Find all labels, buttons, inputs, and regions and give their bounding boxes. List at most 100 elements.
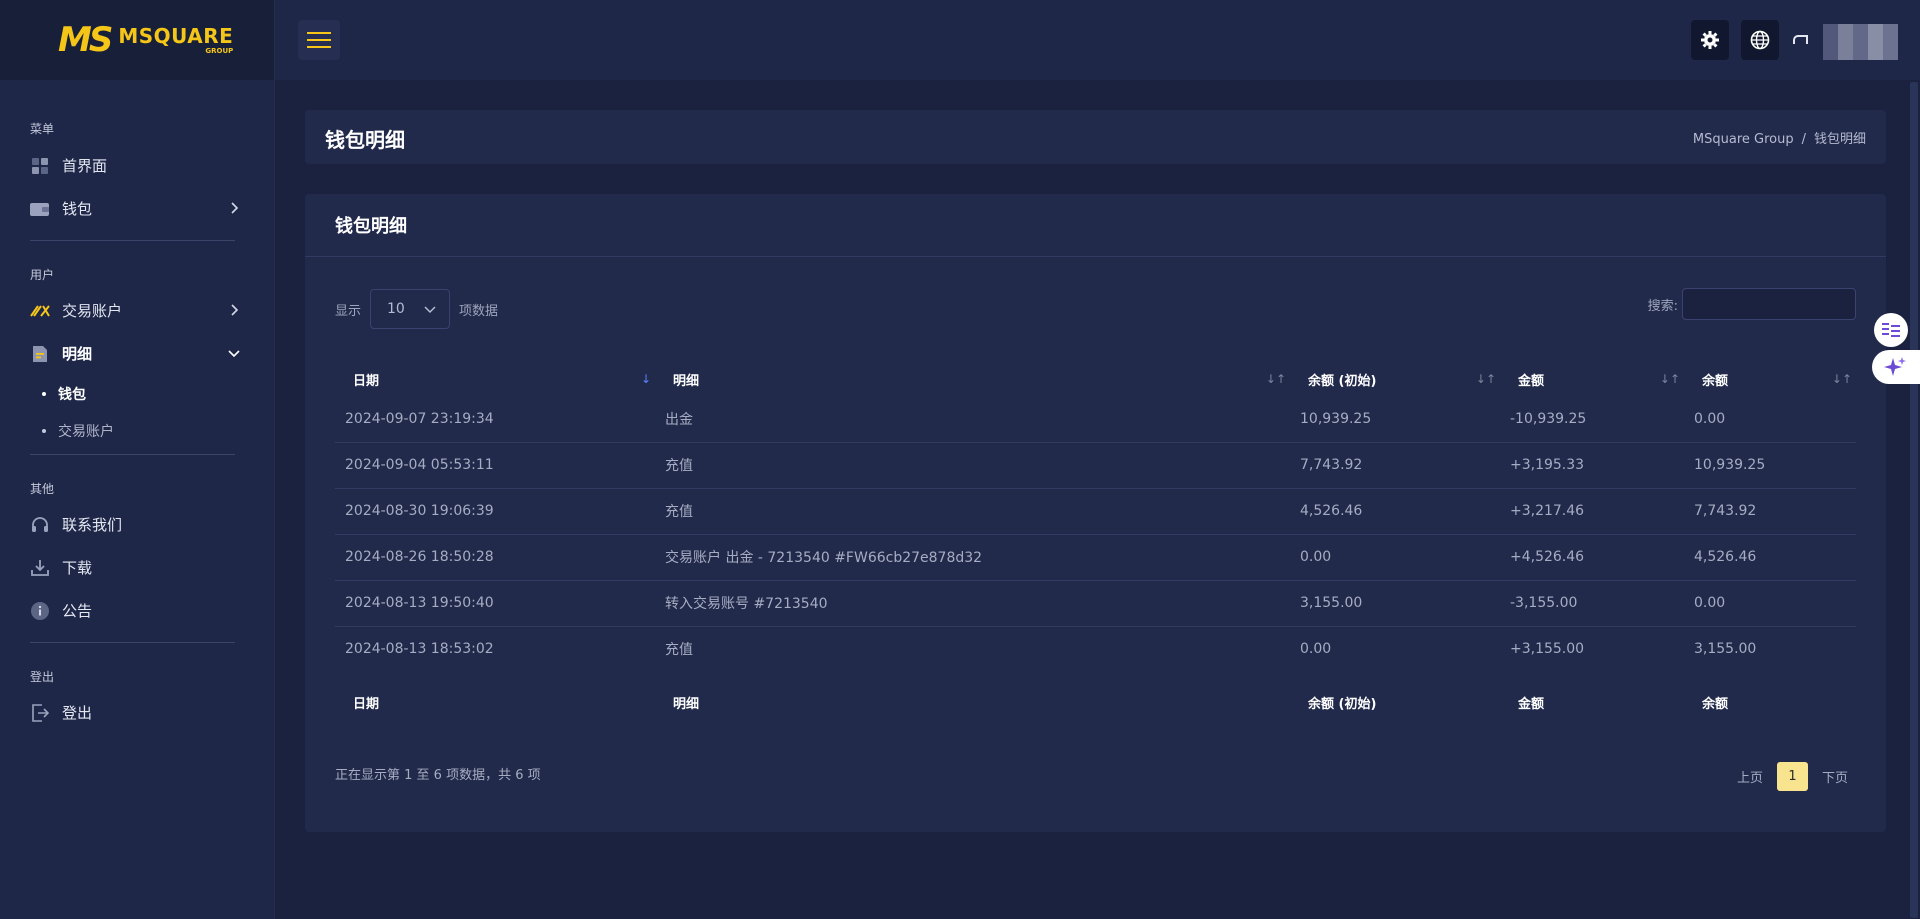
breadcrumb: MSquare Group / 钱包明细 <box>1693 128 1866 147</box>
page-length-value: 10 <box>387 301 405 317</box>
current-page-button[interactable]: 1 <box>1776 762 1808 791</box>
column-header-label: 余额 (初始) <box>1308 373 1377 389</box>
nav-section-label: 登出 <box>30 670 55 684</box>
sort-icon: ↓↑ <box>1265 372 1286 386</box>
cell-initial-balance: 10,939.25 <box>1290 396 1500 443</box>
cell-amount: +4,526.46 <box>1500 534 1684 581</box>
next-page-button[interactable]: 下页 <box>1814 767 1856 786</box>
nav-section-label: 用户 <box>30 268 55 282</box>
breadcrumb-separator: / <box>1801 132 1806 147</box>
cell-initial-balance: 7,743.92 <box>1290 442 1500 489</box>
logo-text: MSQUARE GROUP <box>118 26 233 55</box>
sidebar-subitem-wallet[interactable]: 钱包 <box>0 375 274 412</box>
settings-button[interactable] <box>1691 20 1729 60</box>
menu-toggle-button[interactable] <box>298 20 340 60</box>
footer-header-date: 日期 <box>353 696 380 712</box>
table-row: 2024-08-26 18:50:28 交易账户 出金 - 7213540 #F… <box>335 534 1856 581</box>
bullet <box>42 391 46 396</box>
table-row: 2024-08-13 18:53:02 充值 0.00 +3,155.00 3,… <box>335 626 1856 672</box>
cell-date: 2024-09-07 23:19:34 <box>335 396 655 443</box>
cell-date: 2024-08-13 18:53:02 <box>345 641 494 658</box>
sidebar-item-details[interactable]: 明细 <box>0 332 274 375</box>
card-title: 钱包明细 <box>305 194 1886 257</box>
page-length-select[interactable]: 10 <box>370 289 451 329</box>
page-header: 钱包明细 MSquare Group / 钱包明细 <box>305 110 1886 164</box>
column-header-amount[interactable]: 金额 ↓↑ <box>1500 362 1684 396</box>
cell-date: 2024-09-04 05:53:11 <box>335 442 655 489</box>
logo-sub: GROUP <box>205 46 234 55</box>
logo[interactable]: MS MSQUARE GROUP <box>0 0 274 80</box>
logo-name: MSQUARE <box>118 23 234 48</box>
sidebar-subitem-label: 交易账户 <box>58 423 114 440</box>
column-header-label: 日期 <box>353 373 380 389</box>
cell-amount: +3,195.33 <box>1500 442 1684 489</box>
chevron-down-icon <box>424 306 436 314</box>
length-suffix: 项数据 <box>459 303 499 319</box>
breadcrumb-home-link[interactable]: MSquare Group <box>1693 132 1794 147</box>
cell-detail: 充值 <box>655 488 1290 535</box>
chevron-right-icon <box>231 202 239 214</box>
sparkle-icon <box>1884 357 1906 376</box>
cell-detail: 充值 <box>665 642 693 659</box>
floating-translate-button[interactable] <box>1874 313 1908 347</box>
previous-page-button[interactable]: 上页 <box>1729 767 1771 786</box>
cell-initial-balance: 4,526.46 <box>1290 488 1500 535</box>
table-row: 2024-08-13 19:50:40 转入交易账号 #7213540 3,15… <box>335 580 1856 627</box>
sort-icon: ↓↑ <box>1475 372 1496 386</box>
cell-initial-balance: 0.00 <box>1290 534 1500 581</box>
dashboard-icon <box>30 156 50 176</box>
sidebar-item-announcements[interactable]: 公告 <box>0 589 274 632</box>
column-header-date[interactable]: 日期 ↓ <box>335 362 655 396</box>
sidebar-item-wallet[interactable]: 钱包 <box>0 187 274 230</box>
sidebar-item-label: 下载 <box>62 559 93 577</box>
pagination: 上页 1 下页 <box>1729 762 1856 791</box>
length-prefix: 显示 <box>335 303 362 319</box>
sidebar-item-label: 公告 <box>62 602 93 620</box>
globe-icon <box>1750 30 1770 50</box>
cell-amount: -10,939.25 <box>1500 396 1684 443</box>
column-header-balance[interactable]: 余额 ↓↑ <box>1684 362 1856 396</box>
trading-icon <box>30 301 50 321</box>
sidebar-item-label: 联系我们 <box>62 516 123 534</box>
table-row: 2024-09-07 23:19:34 出金 10,939.25 -10,939… <box>335 396 1856 443</box>
cell-date: 2024-08-13 19:50:40 <box>335 580 655 627</box>
headset-icon <box>30 515 50 535</box>
info-icon <box>30 601 50 621</box>
sort-icon: ↓↑ <box>1831 372 1852 386</box>
chevron-down-icon <box>228 350 240 358</box>
table-footer-row: 日期 明细 余额 (初始) 金额 余额 <box>335 672 1856 728</box>
footer-header-initial-balance: 余额 (初始) <box>1308 696 1377 712</box>
table-row: 2024-09-04 05:53:11 充值 7,743.92 +3,195.3… <box>335 442 1856 489</box>
chevron-right-icon <box>231 304 239 316</box>
table-info: 正在显示第 1 至 6 项数据，共 6 项 <box>335 768 541 783</box>
language-button[interactable] <box>1741 20 1779 60</box>
sidebar-item-contact[interactable]: 联系我们 <box>0 503 274 546</box>
column-header-initial-balance[interactable]: 余额 (初始) ↓↑ <box>1290 362 1500 396</box>
nav-section-label: 其他 <box>30 482 55 496</box>
sidebar-item-download[interactable]: 下载 <box>0 546 274 589</box>
translate-icon <box>1882 323 1900 337</box>
sidebar-item-logout[interactable]: 登出 <box>0 691 274 734</box>
footer-header-detail: 明细 <box>673 696 700 712</box>
sidebar-item-label: 钱包 <box>62 200 93 218</box>
sidebar-item-home[interactable]: 首界面 <box>0 144 274 187</box>
sort-desc-icon: ↓ <box>640 372 651 386</box>
footer-header-amount: 金额 <box>1518 696 1545 712</box>
cell-balance: 3,155.00 <box>1694 641 1757 658</box>
floating-ai-assistant-button[interactable] <box>1872 350 1920 384</box>
column-header-detail[interactable]: 明细 ↓↑ <box>655 362 1290 396</box>
cell-initial-balance: 3,155.00 <box>1290 580 1500 627</box>
page-title: 钱包明细 <box>325 128 405 152</box>
sidebar-item-label: 登出 <box>62 704 93 722</box>
logo-mark: MS <box>58 20 113 60</box>
scrollbar-thumb[interactable] <box>1910 82 1918 918</box>
sort-icon: ↓↑ <box>1659 372 1680 386</box>
cell-date: 2024-08-30 19:06:39 <box>335 488 655 535</box>
sidebar-item-label: 首界面 <box>62 157 108 175</box>
column-header-label: 明细 <box>673 373 700 389</box>
sidebar-subitem-trading-accounts[interactable]: 交易账户 <box>0 412 274 449</box>
search-input[interactable] <box>1682 288 1856 320</box>
sidebar-item-trading-accounts[interactable]: 交易账户 <box>0 289 274 332</box>
user-status-icon <box>1793 35 1808 44</box>
avatar[interactable] <box>1823 24 1898 60</box>
